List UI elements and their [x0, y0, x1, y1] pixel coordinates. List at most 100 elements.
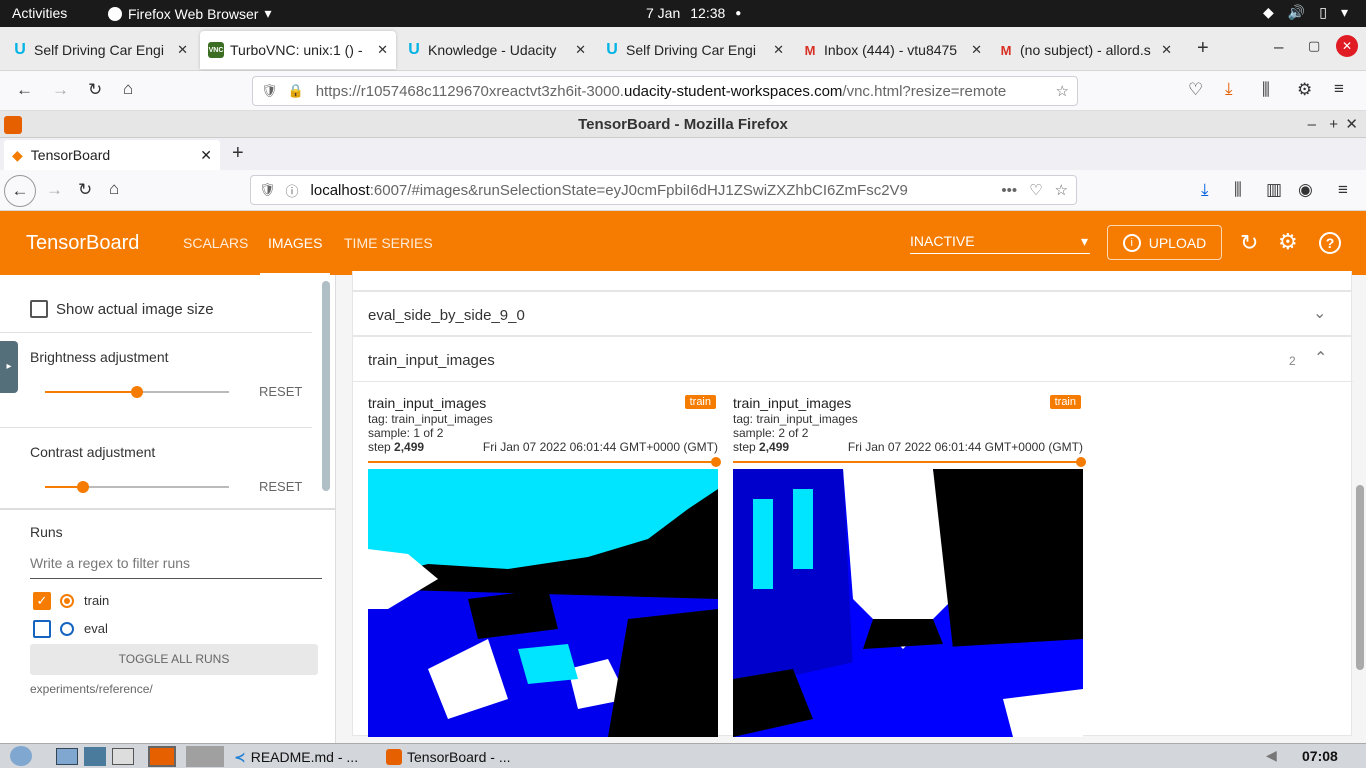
star-icon[interactable]: ☆	[1055, 181, 1068, 199]
reload-icon[interactable]: ↻	[88, 80, 102, 100]
app-menu[interactable]: Firefox Web Browser ▾	[108, 5, 271, 22]
tensorboard-icon: ◆	[12, 146, 23, 163]
new-tab-icon[interactable]: +	[232, 142, 244, 165]
contrast-reset-button[interactable]: RESET	[259, 479, 302, 494]
settings-icon[interactable]: ⚙	[1278, 229, 1298, 255]
step-slider-knob[interactable]	[1076, 457, 1086, 467]
outer-tab-active[interactable]: VNC TurboVNC: unix:1 () - ✕	[200, 31, 396, 69]
main-scrollbar[interactable]	[1356, 485, 1364, 670]
activities-button[interactable]: Activities	[12, 5, 67, 21]
slider-knob[interactable]	[131, 386, 143, 398]
refresh-icon[interactable]: ↻	[1240, 230, 1258, 256]
brightness-slider[interactable]	[45, 386, 229, 398]
outer-tab[interactable]: M Inbox (444) - vtu8475 ✕	[794, 31, 990, 69]
tab-label: Knowledge - Udacity	[428, 42, 557, 58]
inactive-plugin-select[interactable]: INACTIVE ▾	[910, 233, 1090, 254]
library-icon[interactable]: ⫼	[1262, 80, 1270, 100]
shield-icon: 🛡	[259, 182, 276, 197]
firefox-launcher-icon[interactable]	[148, 746, 176, 767]
contrast-slider[interactable]	[45, 481, 229, 493]
home-icon[interactable]: ⌂	[123, 79, 133, 99]
home-icon[interactable]: ⌂	[109, 179, 119, 199]
step-slider[interactable]	[368, 461, 718, 463]
clock[interactable]: 7 Jan 12:38 ●	[646, 5, 741, 21]
tab-time-series[interactable]: TIME SERIES	[344, 235, 433, 251]
start-menu-icon[interactable]	[10, 746, 32, 766]
forward-icon[interactable]: →	[46, 180, 63, 200]
forward-icon[interactable]: →	[52, 80, 69, 100]
minimize-icon[interactable]: –	[1308, 111, 1316, 138]
new-tab-icon[interactable]: +	[1197, 37, 1209, 60]
help-icon[interactable]: ?	[1319, 232, 1341, 254]
pocket-icon[interactable]: ♡	[1029, 181, 1042, 199]
task-label: README.md - ...	[250, 749, 359, 765]
tab-images[interactable]: IMAGES	[259, 235, 332, 275]
download-icon[interactable]: ⤓	[1201, 180, 1209, 200]
extensions-icon[interactable]: ⚙	[1297, 80, 1312, 100]
close-icon[interactable]: ✕	[377, 42, 388, 58]
close-icon[interactable]: ✕	[575, 42, 586, 58]
url-prefix: https://r1057468c1129670xreactvt3zh6it-3…	[315, 82, 624, 100]
close-icon[interactable]: ✕	[200, 147, 212, 164]
reload-icon[interactable]: ↻	[78, 180, 92, 200]
step-slider[interactable]	[733, 461, 1083, 463]
close-icon[interactable]: ✕	[1161, 42, 1172, 58]
outer-tab[interactable]: U Self Driving Car Engi ✕	[596, 31, 792, 69]
outer-url-bar[interactable]: 🛡 🔒 https://r1057468c1129670xreactvt3zh6…	[252, 76, 1078, 106]
run-badge: train	[684, 395, 716, 409]
tab-scalars[interactable]: SCALARS	[183, 235, 248, 251]
back-icon[interactable]: ←	[16, 80, 33, 100]
upload-button[interactable]: i UPLOAD	[1107, 225, 1222, 260]
volume-icon[interactable]: ◀	[1266, 747, 1277, 764]
inner-url-bar[interactable]: 🛡 ⓘ localhost:6007/#images&runSelectionS…	[250, 175, 1077, 205]
close-icon[interactable]: ✕	[1345, 111, 1358, 138]
taskbar-tensorboard[interactable]: TensorBoard - ...	[386, 746, 511, 768]
brightness-reset-button[interactable]: RESET	[259, 384, 302, 399]
run-checkbox-eval[interactable]	[33, 620, 51, 638]
close-window-icon[interactable]: ✕	[1336, 35, 1358, 57]
workspace-switcher[interactable]	[186, 746, 224, 767]
chevron-down-icon[interactable]: ⌄	[1313, 303, 1326, 323]
back-icon[interactable]: ←	[4, 175, 36, 207]
drag-handle-icon[interactable]: ▸	[0, 341, 18, 393]
close-icon[interactable]: ✕	[177, 42, 188, 58]
maximize-icon[interactable]: ▢	[1308, 38, 1320, 54]
sidebar-scrollbar[interactable]	[322, 281, 330, 491]
caret-down-icon: ▾	[264, 5, 272, 21]
vscode-icon: ≺	[234, 748, 246, 765]
sidebar-icon[interactable]: ▥	[1266, 180, 1282, 200]
menu-icon[interactable]: ≡	[1338, 180, 1348, 200]
download-icon[interactable]: ⤓	[1225, 79, 1233, 99]
files-icon[interactable]	[56, 748, 78, 765]
network-icon[interactable]	[84, 747, 106, 766]
category-row-eval-side-by-side[interactable]: eval_side_by_side_9_0 ⌄	[352, 291, 1352, 336]
outer-tab[interactable]: M (no subject) - allord.s ✕	[990, 31, 1180, 69]
taskbar-readme[interactable]: ≺ README.md - ...	[234, 746, 358, 768]
minimize-icon[interactable]: –	[1274, 37, 1283, 57]
menu-icon[interactable]: ≡	[1334, 79, 1344, 99]
outer-tab[interactable]: U Knowledge - Udacity ✕	[398, 31, 594, 69]
pocket-icon[interactable]: ♡	[1188, 80, 1203, 100]
star-icon[interactable]: ☆	[1056, 82, 1069, 100]
close-icon[interactable]: ✕	[971, 42, 982, 58]
runs-filter-input[interactable]: Write a regex to filter runs	[30, 555, 322, 579]
tensorboard-header: TensorBoard SCALARS IMAGES TIME SERIES I…	[0, 211, 1366, 275]
run-checkbox-train[interactable]: ✓	[33, 592, 51, 610]
step-slider-knob[interactable]	[711, 457, 721, 467]
close-icon[interactable]: ✕	[773, 42, 784, 58]
inner-tab-tensorboard[interactable]: ◆ TensorBoard ✕	[4, 140, 220, 170]
terminal-icon[interactable]	[112, 748, 134, 765]
category-title[interactable]: train_input_images	[368, 352, 495, 369]
chevron-up-icon[interactable]: ⌃	[1314, 348, 1327, 368]
more-icon[interactable]: •••	[1001, 182, 1017, 199]
outer-tab[interactable]: U Self Driving Car Engi ✕	[4, 31, 196, 69]
account-icon[interactable]: ◉	[1298, 180, 1313, 200]
firefox-icon	[4, 116, 22, 134]
show-actual-size-checkbox[interactable]	[30, 300, 48, 318]
maximize-icon[interactable]: +	[1329, 111, 1338, 138]
toggle-all-runs-button[interactable]: TOGGLE ALL RUNS	[30, 644, 318, 675]
slider-knob[interactable]	[77, 481, 89, 493]
train-image-1	[368, 469, 718, 737]
system-tray[interactable]: ◆ 🔊 ▯ ▾	[1263, 4, 1348, 21]
library-icon[interactable]: ⫼	[1234, 180, 1242, 200]
